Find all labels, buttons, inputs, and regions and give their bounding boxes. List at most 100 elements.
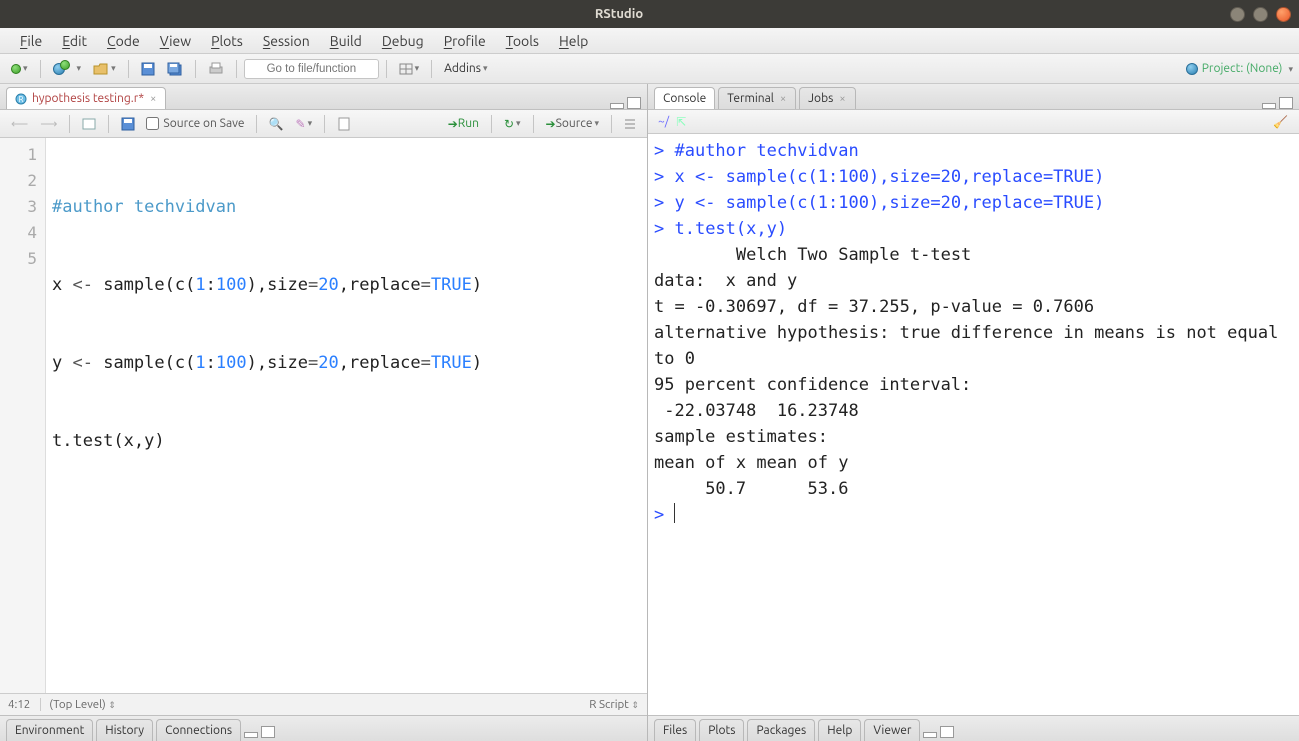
menu-build[interactable]: Build xyxy=(320,31,372,51)
line-number: 3 xyxy=(0,194,37,220)
menu-debug[interactable]: Debug xyxy=(372,31,434,51)
panes-button[interactable] xyxy=(394,58,425,80)
scope-indicator[interactable]: (Top Level) ⇕ xyxy=(40,698,116,711)
separator xyxy=(324,115,325,133)
goto-input[interactable] xyxy=(244,59,379,79)
tab-terminal[interactable]: Terminal × xyxy=(718,87,796,109)
project-selector[interactable]: Project: (None) xyxy=(1186,62,1293,75)
separator xyxy=(69,115,70,133)
forward-button[interactable]: ⟶ xyxy=(35,113,62,135)
minimize-pane-icon[interactable] xyxy=(610,103,624,109)
run-button[interactable]: ➔ Run xyxy=(443,113,484,135)
maximize-button[interactable] xyxy=(1253,7,1268,22)
tab-console[interactable]: Console xyxy=(654,87,715,109)
code-editor[interactable]: 1 2 3 4 5 #author techvidvan x <- sample… xyxy=(0,138,647,693)
source-tabstrip: R hypothesis testing.r* × xyxy=(0,84,647,110)
line-gutter: 1 2 3 4 5 xyxy=(0,138,46,693)
code-line: x <- sample(c(1:100),size=20,replace=TRU… xyxy=(52,272,641,298)
menu-plots[interactable]: Plots xyxy=(201,31,253,51)
back-button[interactable]: ⟵ xyxy=(6,113,33,135)
maximize-pane-icon[interactable] xyxy=(627,97,641,109)
run-label: Run xyxy=(458,117,479,130)
files-tabstrip: Files Plots Packages Help Viewer xyxy=(648,715,1299,741)
menu-file[interactable]: File xyxy=(10,31,52,51)
main-toolbar: ↪ Addins Project: (None) xyxy=(0,54,1299,84)
env-tabstrip: Environment History Connections xyxy=(0,715,647,741)
source-on-save-label: Source on Save xyxy=(163,117,244,130)
separator xyxy=(108,115,109,133)
new-project-button[interactable] xyxy=(48,58,87,80)
svg-text:R: R xyxy=(19,95,24,104)
save-button[interactable] xyxy=(136,58,160,80)
tab-close-icon[interactable]: × xyxy=(149,93,157,105)
code-body[interactable]: #author techvidvan x <- sample(c(1:100),… xyxy=(46,138,647,693)
separator xyxy=(195,60,196,78)
tab-help[interactable]: Help xyxy=(818,719,861,741)
line-number: 5 xyxy=(0,246,37,272)
project-label: Project: (None) xyxy=(1202,62,1283,75)
tab-close-icon[interactable]: × xyxy=(838,93,846,105)
tab-history[interactable]: History xyxy=(96,719,153,741)
goto-file-function[interactable]: ↪ xyxy=(244,59,379,79)
menu-view[interactable]: View xyxy=(150,31,201,51)
save-source-button[interactable] xyxy=(116,113,140,135)
separator xyxy=(386,60,387,78)
tab-close-icon[interactable]: × xyxy=(779,93,787,105)
env-window-controls xyxy=(244,726,275,741)
open-file-button[interactable] xyxy=(88,58,121,80)
r-logo-icon xyxy=(1186,63,1198,75)
menubar: File Edit Code View Plots Session Build … xyxy=(0,28,1299,54)
menu-tools[interactable]: Tools xyxy=(496,31,549,51)
separator xyxy=(128,60,129,78)
menu-profile[interactable]: Profile xyxy=(434,31,496,51)
separator xyxy=(236,60,237,78)
source-on-save[interactable]: Source on Save xyxy=(146,117,244,130)
tab-environment[interactable]: Environment xyxy=(6,719,93,741)
line-number: 2 xyxy=(0,168,37,194)
menu-help[interactable]: Help xyxy=(549,31,598,51)
separator xyxy=(491,115,492,133)
minimize-button[interactable] xyxy=(1230,7,1245,22)
outline-button[interactable] xyxy=(619,113,641,135)
save-all-button[interactable] xyxy=(162,58,188,80)
tab-connections[interactable]: Connections xyxy=(156,719,241,741)
cursor-position: 4:12 xyxy=(8,698,30,711)
show-in-new-window-button[interactable] xyxy=(77,113,101,135)
minimize-pane-icon[interactable] xyxy=(923,732,937,738)
compile-report-button[interactable] xyxy=(332,113,356,135)
console[interactable]: > #author techvidvan> x <- sample(c(1:10… xyxy=(648,134,1299,715)
source-button[interactable]: ➔ Source xyxy=(541,113,604,135)
maximize-pane-icon[interactable] xyxy=(261,726,275,738)
tab-plots[interactable]: Plots xyxy=(699,719,744,741)
maximize-pane-icon[interactable] xyxy=(940,726,954,738)
source-tab[interactable]: R hypothesis testing.r* × xyxy=(6,87,166,109)
maximize-pane-icon[interactable] xyxy=(1279,97,1293,109)
console-subtoolbar: ~/ ⇱ 🧹 xyxy=(648,110,1299,134)
menu-session[interactable]: Session xyxy=(253,31,320,51)
addins-button[interactable]: Addins xyxy=(439,58,492,80)
code-tools-button[interactable]: ✎ xyxy=(291,113,318,135)
menu-code[interactable]: Code xyxy=(97,31,150,51)
menu-edit[interactable]: Edit xyxy=(52,31,97,51)
find-button[interactable]: 🔍 xyxy=(264,113,289,135)
source-on-save-checkbox[interactable] xyxy=(146,117,159,130)
tab-jobs[interactable]: Jobs × xyxy=(799,87,855,109)
separator xyxy=(431,60,432,78)
tab-viewer[interactable]: Viewer xyxy=(864,719,920,741)
source-statusbar: 4:12 (Top Level) ⇕ R Script ⇕ xyxy=(0,693,647,715)
rerun-button[interactable]: ↻ xyxy=(499,113,526,135)
new-file-button[interactable] xyxy=(6,58,33,80)
console-working-dir[interactable]: ~/ xyxy=(654,115,669,128)
language-selector[interactable]: R Script ⇕ xyxy=(589,698,639,711)
minimize-pane-icon[interactable] xyxy=(1262,103,1276,109)
separator xyxy=(40,60,41,78)
code-line: t.test(x,y) xyxy=(52,428,641,454)
console-popout-icon[interactable]: ⇱ xyxy=(671,111,691,133)
minimize-pane-icon[interactable] xyxy=(244,732,258,738)
clear-console-button[interactable]: 🧹 xyxy=(1268,111,1293,133)
tab-packages[interactable]: Packages xyxy=(747,719,815,741)
close-button[interactable] xyxy=(1276,7,1291,22)
print-button[interactable] xyxy=(203,58,229,80)
right-column: Console Terminal × Jobs × ~/ ⇱ 🧹 > #auth… xyxy=(648,84,1299,741)
tab-files[interactable]: Files xyxy=(654,719,696,741)
